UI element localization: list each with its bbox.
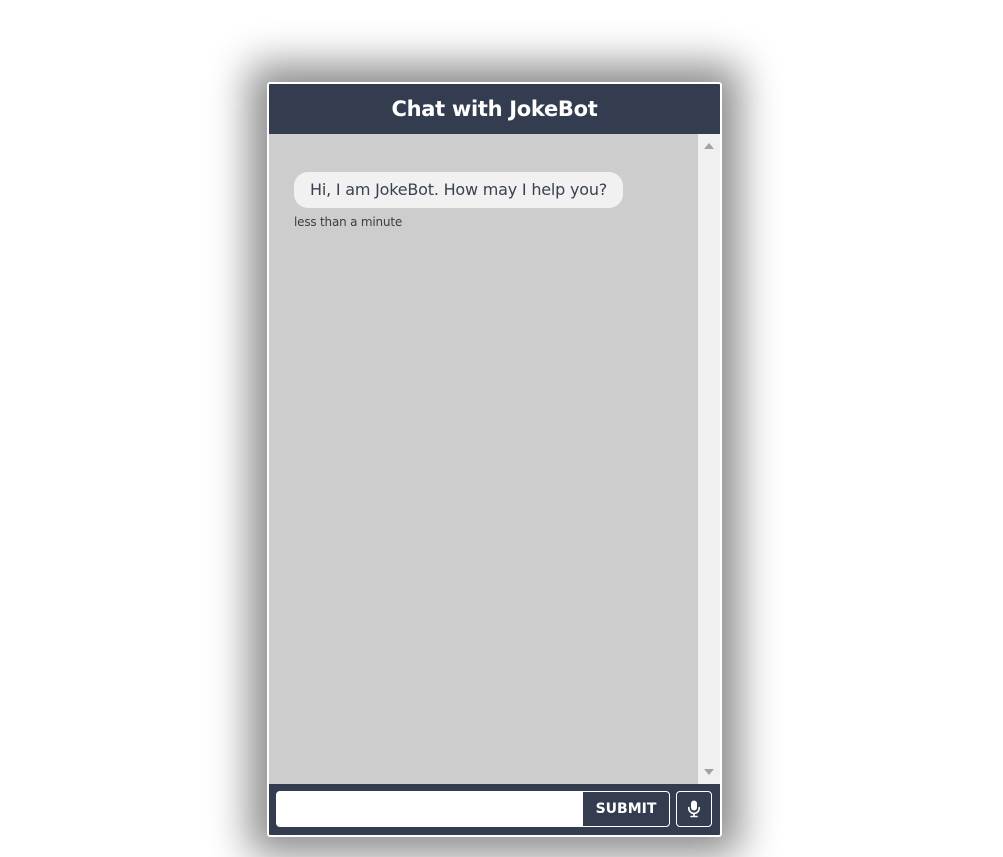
chat-window: Chat with JokeBot Hi, I am JokeBot. How … — [267, 82, 722, 837]
vertical-scrollbar[interactable] — [698, 134, 720, 784]
submit-button[interactable]: SUBMIT — [582, 791, 670, 827]
microphone-icon — [688, 800, 700, 818]
page: Chat with JokeBot Hi, I am JokeBot. How … — [0, 0, 1003, 857]
message-list[interactable]: Hi, I am JokeBot. How may I help you? le… — [269, 134, 698, 784]
scroll-up-arrow-icon[interactable] — [704, 143, 714, 149]
message-bubble: Hi, I am JokeBot. How may I help you? — [294, 172, 624, 208]
submit-button-label: SUBMIT — [595, 801, 657, 817]
scroll-down-arrow-icon[interactable] — [704, 769, 714, 775]
chat-header: Chat with JokeBot — [269, 84, 720, 134]
message-timestamp: less than a minute — [294, 215, 403, 229]
chat-title: Chat with JokeBot — [391, 97, 598, 121]
chat-footer: SUBMIT — [269, 784, 720, 835]
mic-button[interactable] — [676, 791, 712, 827]
message-input[interactable] — [276, 791, 582, 827]
bot-message: Hi, I am JokeBot. How may I help you? le… — [294, 172, 624, 229]
